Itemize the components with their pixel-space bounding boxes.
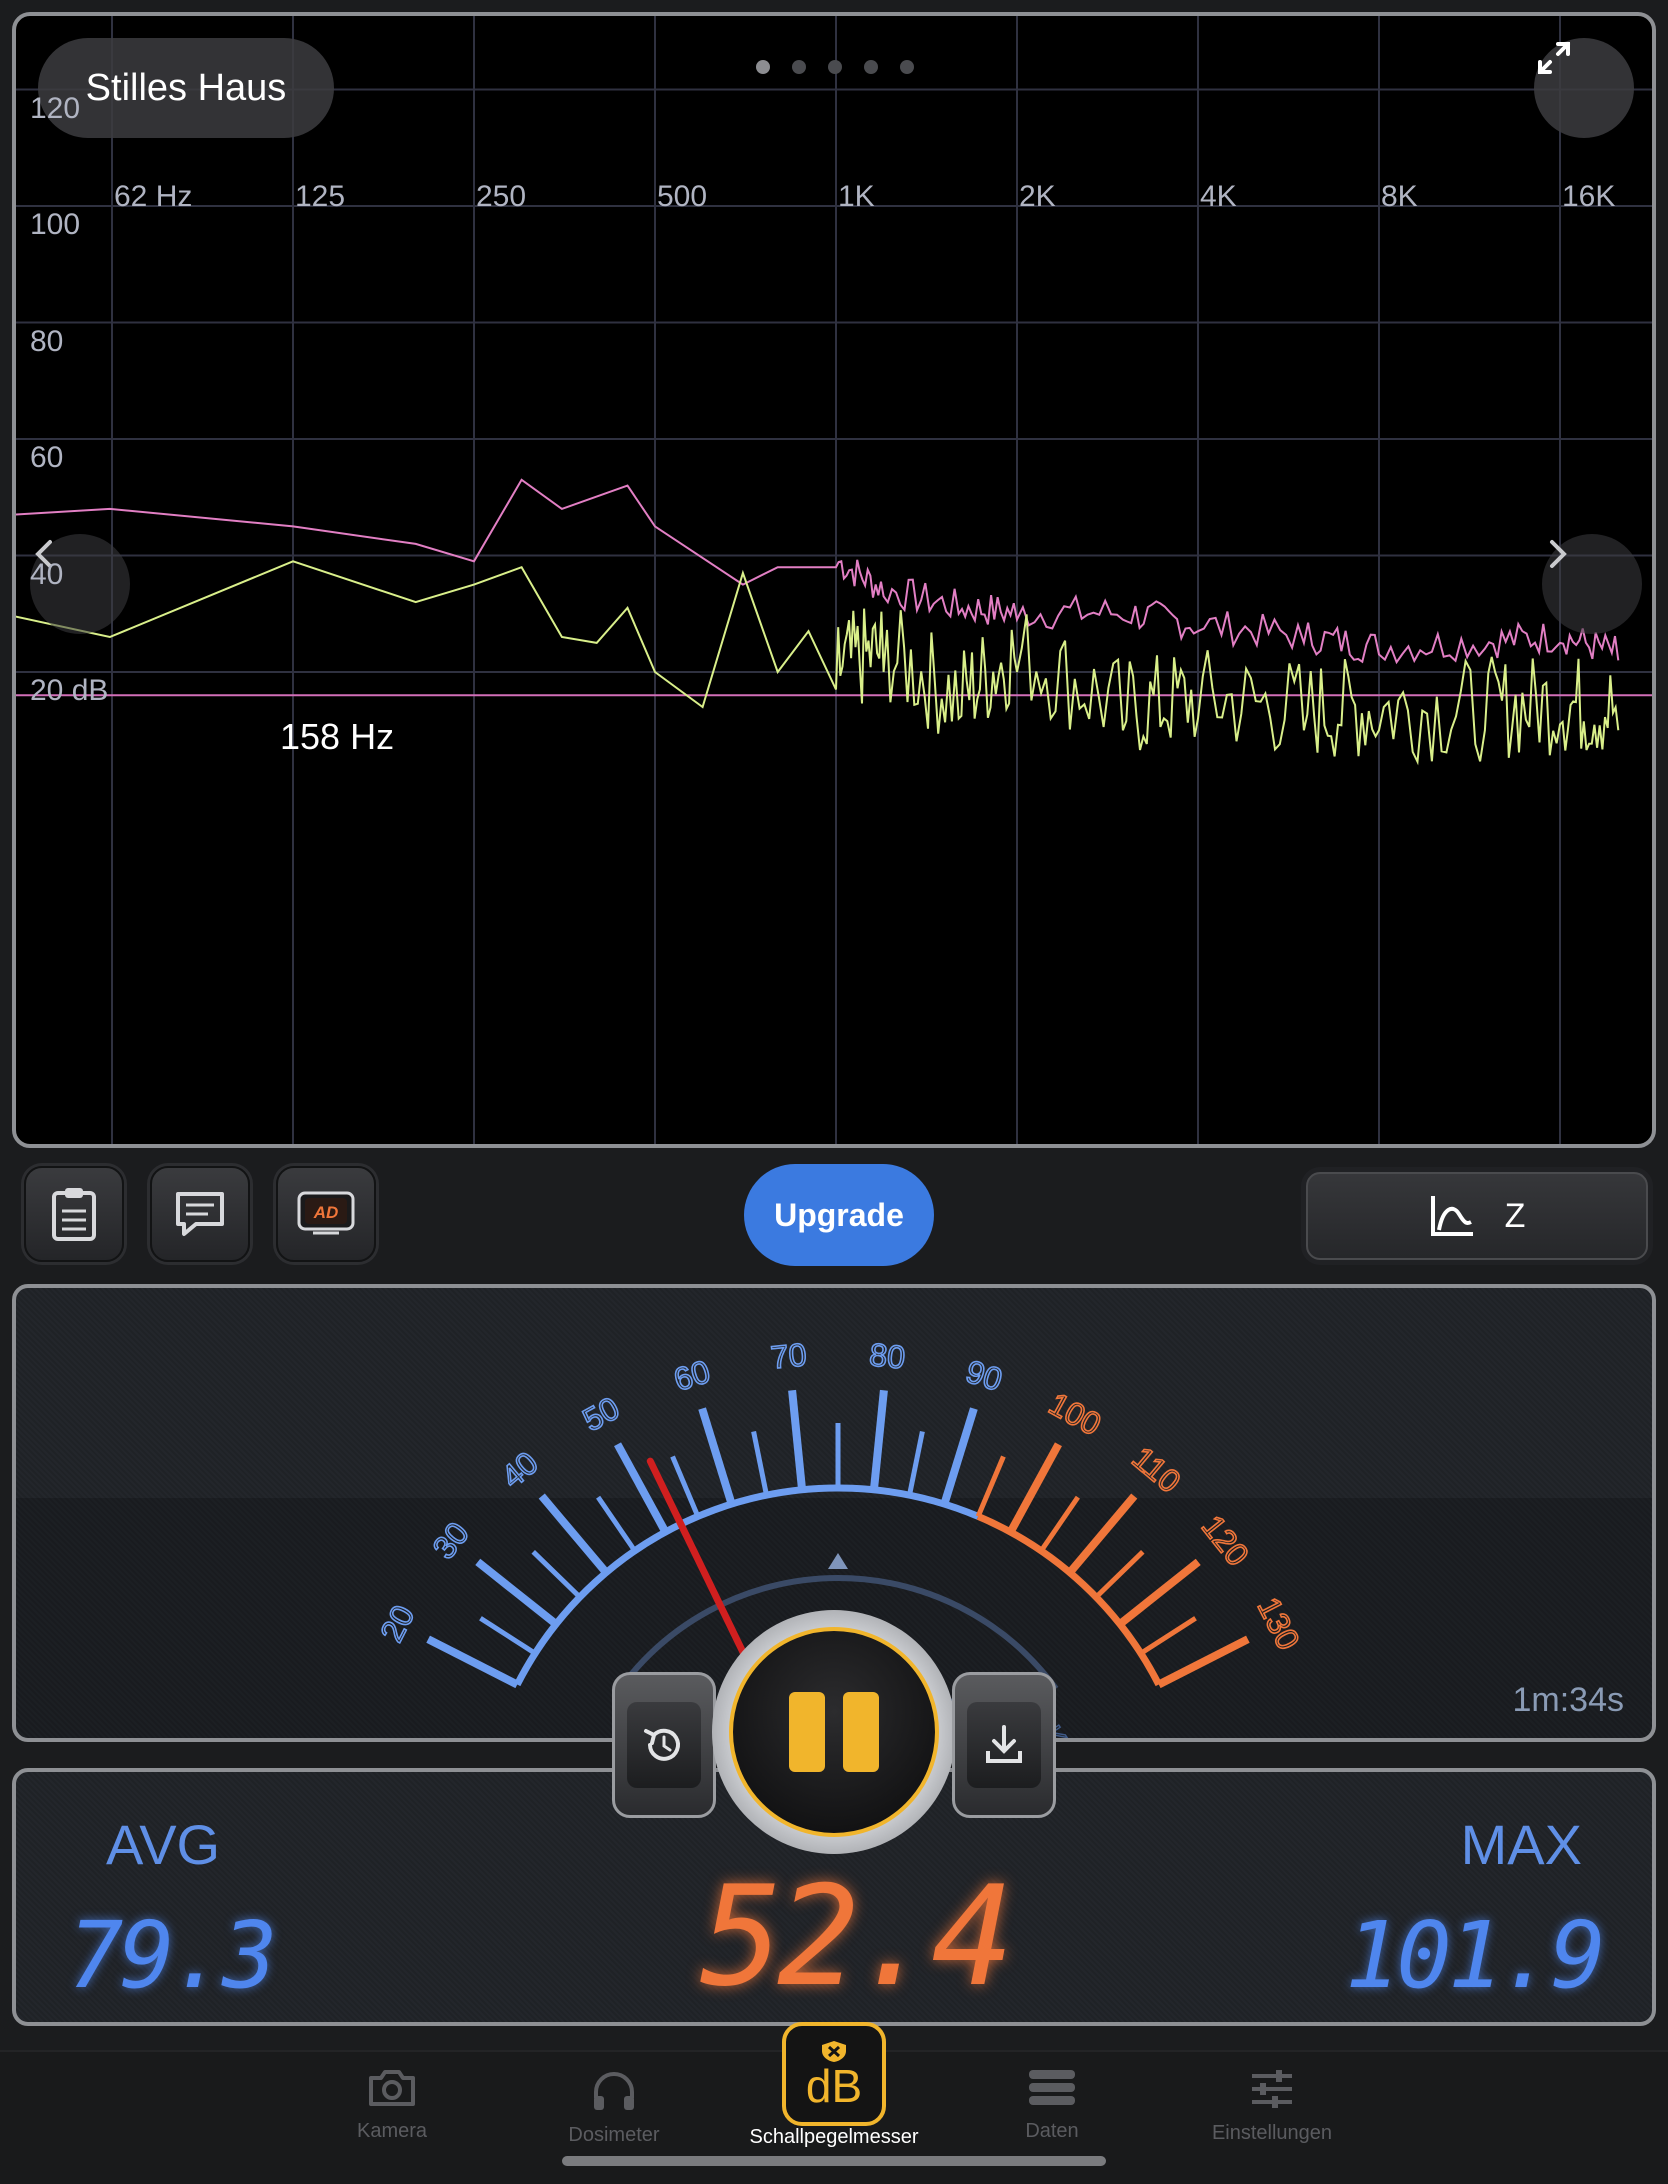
speech-bubble-icon — [176, 1192, 224, 1236]
minor-tick — [907, 1430, 925, 1496]
max-value: 101.9 — [1345, 1902, 1606, 2009]
avg-label: AVG — [106, 1813, 221, 1876]
frequency-tick-label: 16K — [1562, 180, 1616, 213]
frequency-tick-label: 125 — [295, 180, 346, 213]
chevron-right-icon — [1550, 540, 1567, 568]
ad-button[interactable]: AD — [276, 1166, 376, 1262]
next-view-button[interactable] — [1542, 534, 1642, 634]
pause-button-ring — [712, 1610, 956, 1854]
meter-scale-label: 90 — [962, 1353, 1007, 1398]
clipboard-icon — [52, 1188, 96, 1241]
avg-value: 79.3 — [68, 1902, 278, 2009]
report-button[interactable] — [24, 1166, 124, 1262]
meter-scale-label: 100 — [1043, 1385, 1107, 1442]
page-dot[interactable] — [864, 60, 878, 74]
page-dot[interactable] — [792, 60, 806, 74]
tab-kamera[interactable]: Kamera — [282, 2068, 502, 2143]
pause-button[interactable] — [729, 1627, 939, 1837]
sliders-icon — [1252, 2070, 1292, 2108]
meter-scale-label: 60 — [670, 1353, 715, 1398]
frequency-cursor-label: 158 Hz — [280, 716, 395, 757]
frequency-tick-label: 62 Hz — [114, 180, 193, 213]
major-tick — [940, 1407, 978, 1506]
db-tick-label: 100 — [30, 208, 81, 241]
tv-ad-icon: AD — [297, 1191, 355, 1235]
camera-icon — [369, 2070, 415, 2106]
weighting-label: Z — [1504, 1196, 1526, 1235]
upgrade-button[interactable]: Upgrade — [744, 1164, 934, 1266]
tab-label: Einstellungen — [1211, 2122, 1333, 2144]
major-tick — [788, 1389, 807, 1491]
weighting-selector[interactable]: Z — [1306, 1172, 1648, 1260]
frequency-tick-label: 8K — [1381, 180, 1418, 213]
playback-controls — [604, 1610, 1064, 1880]
comment-button[interactable] — [150, 1166, 250, 1262]
current-db-value: 52.4 — [700, 1856, 1014, 2017]
frequency-tick-label: 2K — [1019, 180, 1056, 213]
meter-scale-label: 70 — [769, 1336, 808, 1375]
db-badge-icon: dB — [805, 2060, 863, 2112]
major-tick — [869, 1389, 888, 1491]
pause-icon — [843, 1692, 879, 1772]
page-dot[interactable] — [756, 60, 770, 74]
spectrum-panel[interactable]: Stilles Haus 62 Hz 125 250 500 1K 2K 4K 8K 16K 1… — [12, 12, 1656, 1148]
frequency-tick-label: 250 — [476, 180, 527, 213]
tab-daten[interactable]: Daten — [942, 2068, 1162, 2143]
ad-label: AD — [313, 1203, 339, 1222]
frequency-tick-label: 4K — [1200, 180, 1237, 213]
tab-label: Daten — [1025, 2120, 1079, 2142]
curve-icon — [1430, 1196, 1473, 1236]
reset-icon — [644, 1728, 680, 1761]
page-dot[interactable] — [900, 60, 914, 74]
peak-spectrum-line — [16, 478, 1620, 665]
db-tick-label: 40 — [30, 557, 64, 591]
frequency-tick-label: 500 — [657, 180, 708, 213]
max-label: MAX — [1460, 1813, 1582, 1876]
frequency-tick-label: 1K — [838, 180, 875, 213]
page-indicator[interactable] — [756, 60, 914, 74]
download-icon — [986, 1725, 1022, 1763]
elapsed-time: 1m:34s — [1512, 1681, 1625, 1719]
stack-icon — [1029, 2070, 1075, 2105]
expand-button[interactable] — [1534, 38, 1634, 138]
save-button[interactable] — [952, 1672, 1056, 1818]
meter-scale-label: 40 — [494, 1444, 544, 1494]
tab-label: Dosimeter — [568, 2124, 660, 2146]
page-dot[interactable] — [828, 60, 842, 74]
headphones-icon — [594, 2072, 634, 2110]
home-indicator[interactable] — [562, 2156, 1106, 2166]
tab-label-active: Schallpegelmesser — [749, 2126, 919, 2148]
meter-scale-label: 110 — [1125, 1439, 1187, 1499]
db-tick-label: 20 dB — [30, 674, 109, 707]
db-tick-label: 60 — [30, 441, 64, 474]
db-tick-label: 120 — [30, 91, 81, 125]
minor-tick — [751, 1430, 769, 1496]
current-spectrum-line — [16, 560, 1620, 766]
meter-scale-label: 50 — [577, 1390, 625, 1439]
pause-icon — [789, 1692, 825, 1772]
preset-title-button[interactable]: Stilles Haus — [38, 38, 334, 138]
tab-einstellungen[interactable]: Einstellungen — [1162, 2068, 1382, 2145]
reset-button[interactable] — [612, 1672, 716, 1818]
major-tick — [698, 1407, 736, 1506]
meter-scale-label: 80 — [868, 1336, 907, 1375]
tab-schallpegelmesser[interactable]: dB — [782, 2022, 886, 2126]
tab-label: Kamera — [356, 2120, 428, 2142]
expand-icon — [1538, 42, 1570, 74]
tab-dosimeter[interactable]: Dosimeter — [504, 2068, 724, 2147]
db-tick-label: 80 — [30, 324, 64, 358]
